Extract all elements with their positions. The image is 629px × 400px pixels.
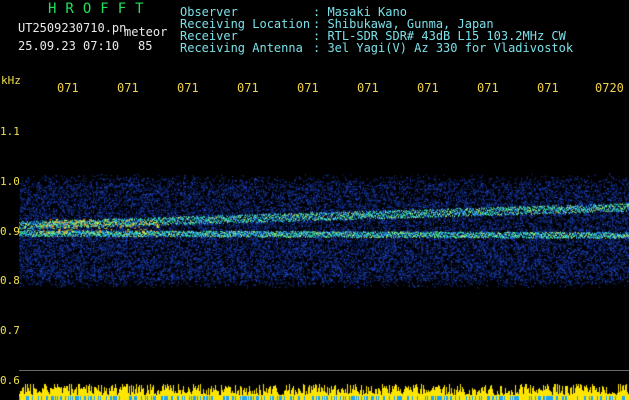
spectrogram-waterfall xyxy=(19,97,629,400)
mode-label: meteor xyxy=(124,25,168,39)
timestamp-label: 25.09.23 07:10 xyxy=(18,39,120,53)
time-tick-label: 071 xyxy=(357,81,379,95)
time-tick-label: 071 xyxy=(177,81,199,95)
info-value-antenna: : 3el Yagi(V) Az 330 for Vladivostok xyxy=(313,41,574,55)
y-axis-unit: kHz xyxy=(1,74,21,87)
y-tick-label: 0.7 xyxy=(0,324,20,337)
y-tick-label: 0.8 xyxy=(0,274,20,287)
filename-label: UT2509230710.pn xyxy=(18,21,127,35)
time-tick-label: 071 xyxy=(477,81,499,95)
y-tick-label: 1.1 xyxy=(0,125,20,138)
count-label: 85 xyxy=(138,39,153,53)
time-tick-label: 071 xyxy=(297,81,319,95)
info-label-antenna: Receiving Antenna xyxy=(180,41,303,55)
time-tick-label: 071 xyxy=(237,81,259,95)
time-tick-label: 071 xyxy=(417,81,439,95)
app-logo: HROFFT xyxy=(48,1,153,17)
baseline-divider xyxy=(19,370,629,371)
y-tick-label: 0.6 xyxy=(0,374,20,387)
time-tick-label: 0720 xyxy=(595,81,624,95)
y-tick-label: 0.9 xyxy=(0,225,20,238)
time-tick-label: 071 xyxy=(57,81,79,95)
y-tick-label: 1.0 xyxy=(0,175,20,188)
time-tick-label: 071 xyxy=(117,81,139,95)
time-tick-label: 071 xyxy=(537,81,559,95)
